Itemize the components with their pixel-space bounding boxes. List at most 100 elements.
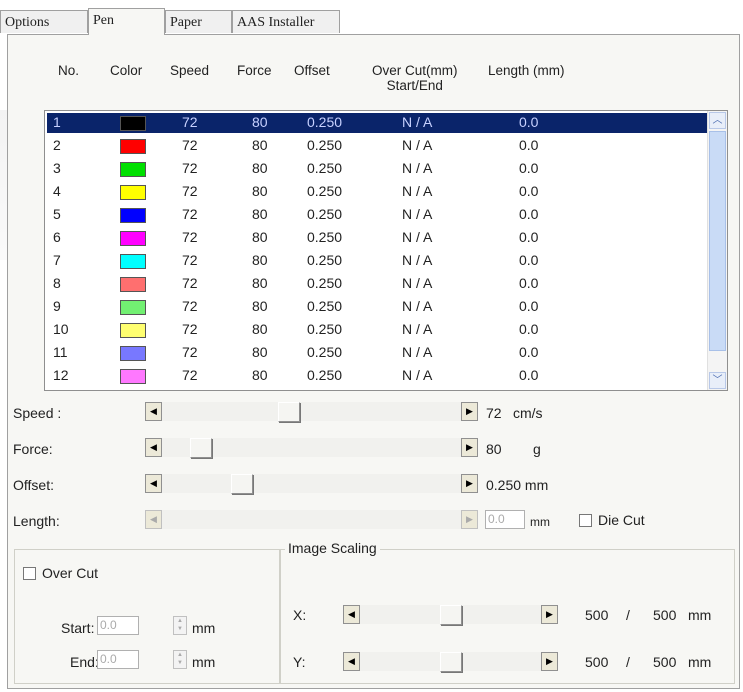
scale-x-right-arrow-icon[interactable]: ▶ <box>541 605 558 624</box>
pen-list[interactable]: 1 72 80 0.250 N / A 0.0 2 72 80 0.250 N / A 0.0 3 72 8… <box>44 110 728 391</box>
pen-length: 0.0 <box>519 183 539 199</box>
pen-force: 80 <box>252 183 268 199</box>
scale-x-total: 500 <box>653 607 677 623</box>
offset-thumb[interactable] <box>231 474 254 494</box>
col-header-overcut-line1: Over Cut(mm) <box>372 63 458 78</box>
tab-paper[interactable]: Paper <box>165 10 232 33</box>
scale-y-slider[interactable]: ◀ ▶ <box>343 652 558 672</box>
offset-track[interactable] <box>162 474 461 493</box>
tab-pen[interactable]: Pen <box>88 8 165 35</box>
scale-x-slider[interactable]: ◀ ▶ <box>343 605 558 625</box>
table-row[interactable]: 5 72 80 0.250 N / A 0.0 <box>47 205 707 225</box>
pen-offset: 0.250 <box>307 252 343 268</box>
overcut-label: Over Cut <box>42 565 99 581</box>
tab-options[interactable]: Options <box>0 10 88 33</box>
pen-offset: 0.250 <box>307 298 343 314</box>
table-row[interactable]: 10 72 80 0.250 N / A 0.0 <box>47 320 707 340</box>
table-row[interactable]: 2 72 80 0.250 N / A 0.0 <box>47 136 707 156</box>
length-value-field: 0.0 <box>485 510 525 529</box>
scale-x-thumb[interactable] <box>439 605 462 625</box>
col-header-color: Color <box>110 63 143 78</box>
image-scaling-title: Image Scaling <box>285 540 380 556</box>
pen-color-swatch <box>120 185 146 200</box>
pen-color-swatch <box>120 369 146 384</box>
pen-speed: 72 <box>182 344 198 360</box>
offset-right-arrow-icon[interactable]: ▶ <box>461 474 478 493</box>
pen-overcut: N / A <box>402 275 433 291</box>
pen-offset: 0.250 <box>307 137 343 153</box>
force-unit: g <box>533 441 541 457</box>
table-row[interactable]: 3 72 80 0.250 N / A 0.0 <box>47 159 707 179</box>
overcut-group: Over Cut Start: 0.0 ▲ ▼ mm End: 0.0 ▲ ▼ … <box>14 549 280 684</box>
speed-right-arrow-icon[interactable]: ▶ <box>461 402 478 421</box>
scale-x-separator: / <box>626 607 630 623</box>
table-row[interactable]: 6 72 80 0.250 N / A 0.0 <box>47 228 707 248</box>
scale-x-left-arrow-icon[interactable]: ◀ <box>343 605 360 624</box>
offset-left-arrow-icon[interactable]: ◀ <box>145 474 162 493</box>
pen-force: 80 <box>252 275 268 291</box>
speed-value: 72 <box>486 405 502 421</box>
length-left-arrow-icon: ◀ <box>145 510 162 529</box>
pen-length: 0.0 <box>519 252 539 268</box>
length-slider: ◀ ▶ <box>145 510 478 530</box>
pen-overcut: N / A <box>402 344 433 360</box>
pen-no: 1 <box>53 114 61 130</box>
scale-y-thumb[interactable] <box>439 652 462 672</box>
pen-no: 4 <box>53 183 61 199</box>
pen-length: 0.0 <box>519 160 539 176</box>
force-right-arrow-icon[interactable]: ▶ <box>461 438 478 457</box>
speed-slider[interactable]: ◀ ▶ <box>145 402 478 422</box>
overcut-checkbox[interactable] <box>23 567 36 580</box>
table-row[interactable]: 11 72 80 0.250 N / A 0.0 <box>47 343 707 363</box>
tab-paper-label: Paper <box>170 15 202 30</box>
speed-track[interactable] <box>162 402 461 421</box>
scroll-thumb[interactable] <box>709 131 726 351</box>
force-thumb[interactable] <box>189 438 212 458</box>
pen-color-swatch <box>120 231 146 246</box>
col-header-no: No. <box>58 63 80 78</box>
pen-color-swatch <box>120 162 146 177</box>
pen-speed: 72 <box>182 183 198 199</box>
tab-pen-label: Pen <box>93 13 114 28</box>
die-cut-checkbox[interactable] <box>579 514 592 527</box>
table-row[interactable]: 7 72 80 0.250 N / A 0.0 <box>47 251 707 271</box>
pen-overcut: N / A <box>402 229 433 245</box>
pen-force: 80 <box>252 321 268 337</box>
tab-aas-installer[interactable]: AAS Installer <box>232 10 340 33</box>
offset-slider[interactable]: ◀ ▶ <box>145 474 478 494</box>
length-right-arrow-icon: ▶ <box>461 510 478 529</box>
speed-thumb[interactable] <box>278 402 301 422</box>
overcut-start-unit: mm <box>192 620 216 636</box>
pen-color-swatch <box>120 346 146 361</box>
force-slider[interactable]: ◀ ▶ <box>145 438 478 458</box>
pen-force: 80 <box>252 229 268 245</box>
table-row[interactable]: 12 72 80 0.250 N / A 0.0 <box>47 366 707 386</box>
scroll-up-icon[interactable]: ︿ <box>709 112 726 129</box>
pen-offset: 0.250 <box>307 229 343 245</box>
col-header-force: Force <box>237 63 272 78</box>
speed-unit: cm/s <box>513 405 543 421</box>
table-row[interactable]: 4 72 80 0.250 N / A 0.0 <box>47 182 707 202</box>
table-row[interactable]: 1 72 80 0.250 N / A 0.0 <box>47 113 707 133</box>
col-header-overcut-line2: Start/End <box>386 78 443 93</box>
pen-no: 9 <box>53 298 61 314</box>
pen-overcut: N / A <box>402 183 433 199</box>
scale-y-right-arrow-icon[interactable]: ▶ <box>541 652 558 671</box>
pen-overcut: N / A <box>402 367 433 383</box>
pen-offset: 0.250 <box>307 114 343 130</box>
overcut-start-up-icon: ▲ <box>177 618 183 624</box>
pen-offset: 0.250 <box>307 321 343 337</box>
speed-left-arrow-icon[interactable]: ◀ <box>145 402 162 421</box>
table-row[interactable]: 8 72 80 0.250 N / A 0.0 <box>47 274 707 294</box>
scroll-down-icon[interactable]: ﹀ <box>709 372 726 389</box>
scale-y-left-arrow-icon[interactable]: ◀ <box>343 652 360 671</box>
overcut-end-down-icon: ▼ <box>177 660 183 666</box>
pen-length: 0.0 <box>519 298 539 314</box>
vertical-scrollbar[interactable]: ︿ ﹀ <box>707 111 727 390</box>
pen-speed: 72 <box>182 252 198 268</box>
force-left-arrow-icon[interactable]: ◀ <box>145 438 162 457</box>
pen-speed: 72 <box>182 367 198 383</box>
overcut-end-unit: mm <box>192 654 216 670</box>
overcut-end-label: End: <box>70 654 99 670</box>
table-row[interactable]: 9 72 80 0.250 N / A 0.0 <box>47 297 707 317</box>
